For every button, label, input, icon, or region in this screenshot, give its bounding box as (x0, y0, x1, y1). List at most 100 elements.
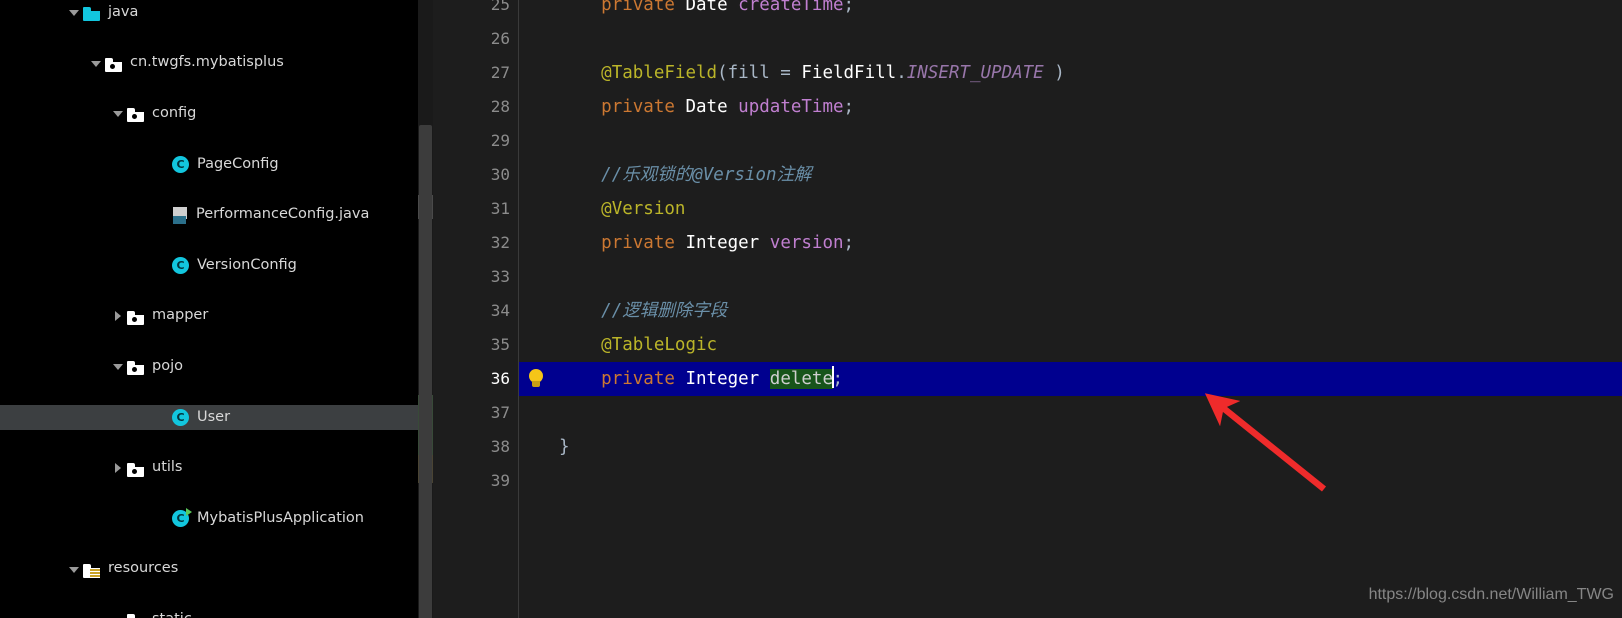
chevron-right-icon[interactable] (110, 304, 126, 329)
java-class-icon: C (172, 408, 189, 426)
tree-item-performanceconfig-java[interactable]: PerformanceConfig.java (0, 202, 418, 227)
project-tree-panel[interactable]: java cn.twgfs.mybatisplus config C PageConfi… (0, 0, 418, 618)
tree-item-mapper[interactable]: mapper (0, 304, 418, 329)
code-token: //乐观锁的@Version注解 (601, 165, 812, 185)
code-token: ; (832, 369, 844, 389)
tree-item-label: VersionConfig (197, 256, 297, 273)
code-line-34[interactable]: //逻辑删除字段 (559, 294, 727, 328)
tree-item-static[interactable]: static (0, 607, 418, 618)
tree-item-cn-twgfs-mybatisplus[interactable]: cn.twgfs.mybatisplus (0, 51, 418, 76)
code-token: . (896, 63, 907, 83)
line-number[interactable]: 30 (430, 158, 510, 192)
code-token: @TableLogic (601, 335, 718, 355)
editor-gutter[interactable]: 25 26 27 28 29 30 31 32 33 34 35 36 37 38 39 (433, 0, 518, 618)
line-number[interactable]: 37 (430, 396, 510, 430)
code-token: Date (685, 97, 728, 117)
line-number[interactable]: 33 (430, 260, 510, 294)
line-number[interactable]: 38 (430, 430, 510, 464)
code-token: Integer (685, 369, 760, 389)
tree-item-pojo[interactable]: pojo (0, 354, 418, 379)
code-token: private (601, 233, 675, 253)
tree-item-resources[interactable]: resources (0, 557, 418, 582)
package-folder-icon (126, 609, 147, 618)
lightbulb-icon[interactable] (527, 369, 545, 389)
line-number[interactable]: 25 (430, 0, 510, 22)
selected-text: delete (769, 369, 833, 389)
line-number[interactable]: 29 (430, 124, 510, 158)
line-number[interactable]: 39 (430, 464, 510, 498)
tree-item-label: static (152, 612, 192, 618)
package-folder-icon (126, 458, 147, 479)
code-token: private (601, 0, 675, 15)
tree-item-label: MybatisPlusApplication (197, 509, 364, 526)
tree-item-user[interactable]: C User (0, 404, 418, 431)
ide-window: java cn.twgfs.mybatisplus config C PageConfi… (0, 0, 1622, 618)
code-token: = (769, 63, 802, 83)
line-number[interactable]: 27 (430, 56, 510, 90)
code-token: ) (1043, 63, 1065, 83)
code-token: fill (727, 63, 770, 83)
code-line-30[interactable]: //乐观锁的@Version注解 (559, 158, 812, 192)
resources-folder-icon (82, 559, 103, 580)
source-root-folder-icon (82, 2, 103, 23)
code-line-31[interactable]: @Version (559, 192, 685, 226)
line-number[interactable]: 36 (430, 362, 510, 396)
tree-item-pageconfig[interactable]: C PageConfig (0, 152, 418, 177)
code-token: ; (843, 233, 855, 253)
watermark-text: https://blog.csdn.net/William_TWG (1368, 586, 1614, 603)
red-arrow-icon (1204, 393, 1327, 492)
code-line-35[interactable]: @TableLogic (559, 328, 717, 362)
intention-actions-column[interactable] (519, 0, 559, 618)
chevron-right-icon[interactable] (110, 456, 126, 481)
tree-item-utils[interactable]: utils (0, 455, 418, 480)
tree-item-label: PageConfig (197, 155, 279, 172)
tree-item-versionconfig[interactable]: C VersionConfig (0, 253, 418, 278)
chevron-down-icon[interactable] (110, 354, 126, 379)
code-line-27[interactable]: @TableField(fill = FieldFill.INSERT_UPDA… (559, 56, 1065, 90)
java-runnable-class-icon: C (172, 508, 192, 528)
code-line-28[interactable]: private Date updateTime; (559, 90, 854, 124)
code-token: //逻辑删除字段 (601, 301, 728, 321)
tree-item-java[interactable]: java (0, 0, 418, 25)
chevron-down-icon[interactable] (110, 101, 126, 126)
line-number[interactable]: 31 (430, 192, 510, 226)
line-number[interactable]: 35 (430, 328, 510, 362)
chevron-down-icon[interactable] (66, 557, 82, 582)
tree-item-label: User (197, 408, 231, 425)
tree-item-config[interactable]: config (0, 101, 418, 126)
line-number[interactable]: 34 (430, 294, 510, 328)
line-number[interactable]: 32 (430, 226, 510, 260)
code-line-25[interactable]: private Date createTime; (559, 0, 854, 22)
code-token: INSERT_UPDATE (906, 63, 1044, 83)
tree-item-mybatisplusapplication[interactable]: C MybatisPlusApplication (0, 506, 418, 531)
code-line-36[interactable]: private Integer delete; (559, 362, 843, 396)
code-token: @Version (601, 199, 686, 219)
code-editor[interactable]: 25 26 27 28 29 30 31 32 33 34 35 36 37 38 39 private D… (418, 0, 1622, 618)
code-line-38[interactable]: } (559, 430, 570, 464)
line-number[interactable]: 26 (430, 22, 510, 56)
line-number[interactable]: 28 (430, 90, 510, 124)
chevron-down-icon[interactable] (88, 51, 104, 76)
code-line-32[interactable]: private Integer version; (559, 226, 854, 260)
chevron-down-icon[interactable] (66, 0, 82, 25)
code-token: private (601, 97, 675, 117)
